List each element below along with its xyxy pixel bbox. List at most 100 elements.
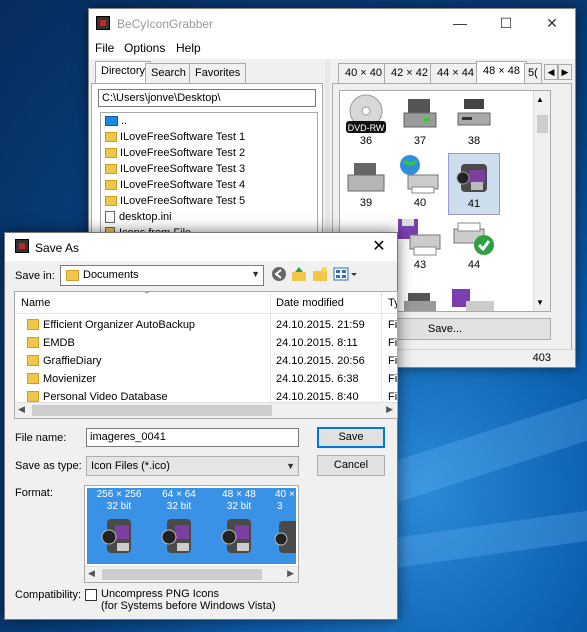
printer-floppy-icon [398,219,441,256]
file-name-input[interactable]: imageres_0041 [86,428,299,447]
format-hscrollbar[interactable]: ◀ ▶ [85,566,298,582]
format-list[interactable]: 256 × 256 32 bit 64 × 64 32 bit 48 × 48 … [84,485,299,583]
icon-item[interactable]: 40 [394,153,446,215]
scroll-down-arrow-icon[interactable]: ▼ [536,298,544,307]
save-in-combo[interactable]: Documents ▼ [60,265,264,286]
format-option[interactable]: 64 × 64 32 bit [149,488,209,564]
file-row[interactable]: GraffieDiary 24.10.2015. 20:56 Fi [15,352,397,370]
tab-directory[interactable]: Directory [95,61,152,84]
scroll-thumb[interactable] [102,569,262,580]
tab-size-40[interactable]: 40 × 40 [338,63,390,83]
file-type: Fi [388,373,398,385]
scroll-thumb[interactable] [32,405,272,416]
format-option[interactable]: 40 × 3 [269,488,296,564]
file-type: Fi [388,319,398,331]
icon-item-selected[interactable]: 41 [448,153,500,215]
file-row[interactable]: Efficient Organizer AutoBackup 24.10.201… [15,316,397,334]
column-name[interactable]: Name [21,297,50,309]
scroll-left-arrow-icon[interactable]: ◀ [88,568,95,579]
scroll-left-arrow-icon[interactable]: ◀ [18,404,25,415]
save-as-dialog: Save As ✕ Save in: Documents ▼ ⌃ Name Da… [4,232,398,620]
tree-item-folder[interactable]: ILoveFreeSoftware Test 3 [105,163,245,179]
tab-size-42[interactable]: 42 × 42 [384,63,436,83]
icon-item[interactable]: 43 [394,215,446,277]
tab-scroll-right-button[interactable]: ▶ [558,64,572,80]
dvd-rw-icon: DVD-RW [346,94,386,133]
uncompress-png-checkbox[interactable] [85,589,97,601]
tree-item-folder[interactable]: ILoveFreeSoftware Test 4 [105,179,245,195]
column-type[interactable]: Ty [388,297,397,309]
format-option[interactable]: 256 × 256 32 bit [89,488,149,564]
icon-label: 44 [467,259,481,271]
dialog-cancel-button[interactable]: Cancel [317,455,385,476]
tree-item-folder[interactable]: ILoveFreeSoftware Test 2 [105,147,245,163]
tab-search[interactable]: Search [145,63,192,83]
format-strip: 256 × 256 32 bit 64 × 64 32 bit 48 × 48 … [87,488,296,564]
up-folder-icon[interactable] [290,266,308,284]
view-menu-icon[interactable] [333,266,359,284]
printer-check-icon [453,222,494,255]
dialog-titlebar[interactable]: Save As ✕ [5,233,397,261]
tree-item-label: .. [121,115,128,127]
icon-item[interactable] [448,287,500,311]
scroll-right-arrow-icon[interactable]: ▶ [386,404,393,415]
format-bits: 32 bit [166,501,192,512]
tab-scroll-left-button[interactable]: ◀ [544,64,558,80]
scroll-up-arrow-icon[interactable]: ▲ [536,95,544,104]
icon-grid-scrollbar[interactable]: ▲ ▼ [533,91,550,311]
tree-item-folder[interactable]: ILoveFreeSoftware Test 5 [105,195,245,211]
drive-slim-icon [457,99,491,126]
file-date: 24.10.2015. 21:59 [276,319,365,331]
close-button[interactable]: ✕ [529,9,575,37]
tree-item-label: desktop.ini [119,211,172,223]
tab-favorites[interactable]: Favorites [189,63,247,83]
folder-icon [105,148,117,159]
icon-label: 40 [413,197,427,209]
file-list-hscrollbar[interactable]: ◀ ▶ [15,402,397,418]
column-date-modified[interactable]: Date modified [276,297,344,309]
icon-item[interactable]: 38 [448,91,500,153]
file-list-header: ⌃ Name Date modified Ty [15,292,397,314]
format-bits: 32 bit [106,501,132,512]
file-name: Movienizer [43,373,97,385]
tree-item-label: ILoveFreeSoftware Test 2 [120,147,246,159]
tab-size-48[interactable]: 48 × 48 [476,61,528,84]
maximize-button[interactable]: ☐ [483,9,529,37]
app-icon [15,239,29,253]
scroll-thumb[interactable] [537,115,548,133]
icon-label: 39 [359,197,373,209]
app-icon [96,16,110,30]
camcorder-icon [274,521,296,553]
folder-icon [27,319,39,330]
path-input[interactable]: C:\Users\jonve\Desktop\ [98,89,316,107]
format-option[interactable]: 48 × 48 32 bit [209,488,269,564]
icon-item[interactable]: 39 [340,153,392,215]
save-type-combo[interactable]: Icon Files (*.ico) ▼ [86,456,299,476]
menu-help[interactable]: Help [176,41,201,55]
menu-options[interactable]: Options [124,41,165,55]
back-icon[interactable] [270,266,288,284]
file-date: 24.10.2015. 20:56 [276,355,365,367]
dialog-close-button[interactable]: ✕ [361,233,397,261]
icon-item[interactable]: DVD-RW 36 [340,91,392,153]
tab-size-50[interactable]: 5( [524,63,542,83]
file-row[interactable]: EMDB 24.10.2015. 8:11 Fi [15,334,397,352]
tree-item-parent[interactable]: .. [105,115,127,131]
icon-item[interactable] [394,287,446,311]
folder-icon [105,180,117,191]
compat-line2: (for Systems before Windows Vista) [101,600,276,612]
tree-item-file[interactable]: desktop.ini [105,211,172,227]
file-list[interactable]: ⌃ Name Date modified Ty Efficient Organi… [14,291,398,419]
menu-file[interactable]: File [95,41,114,55]
scroll-right-arrow-icon[interactable]: ▶ [287,568,294,579]
minimize-button[interactable]: — [437,9,483,37]
format-bits: 32 bit [226,501,252,512]
file-row[interactable]: Movienizer 24.10.2015. 6:38 Fi [15,370,397,388]
new-folder-icon[interactable] [311,266,329,284]
tree-item-folder[interactable]: ILoveFreeSoftware Test 1 [105,131,245,147]
icon-item[interactable]: 44 [448,215,500,277]
main-titlebar[interactable]: BeCyIconGrabber — ☐ ✕ [89,9,575,37]
dialog-save-button[interactable]: Save [317,427,385,448]
icon-item[interactable]: 37 [394,91,446,153]
tab-size-44[interactable]: 44 × 44 [430,63,482,83]
